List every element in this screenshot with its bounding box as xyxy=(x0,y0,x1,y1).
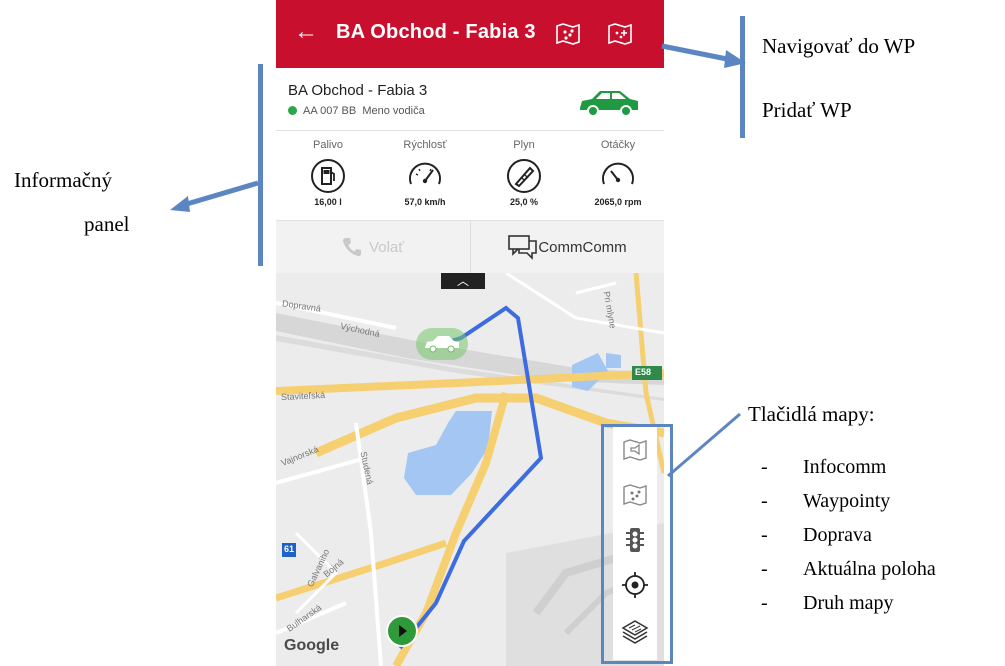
arrow-left-icon[interactable]: ← xyxy=(294,18,318,46)
rpm-icon xyxy=(602,162,634,185)
list-item: - Waypointy xyxy=(761,490,891,512)
start-marker[interactable] xyxy=(386,615,418,647)
list-item: - Druh mapy xyxy=(761,592,894,614)
speedometer-icon xyxy=(409,162,441,185)
car-icon xyxy=(425,336,459,353)
annotation-info-panel-2: panel xyxy=(84,212,130,236)
gauge-rpm: Otáčky 2065,0 rpm xyxy=(573,139,663,207)
info-panel-bracket xyxy=(258,64,263,266)
gauge-throttle: Plyn 25,0 % xyxy=(479,139,569,207)
vehicle-plate: AA 007 BB xyxy=(303,105,357,117)
chevron-up-icon: ︿ xyxy=(456,274,469,288)
annotation-navigate: Navigovať do WP xyxy=(762,34,916,58)
status-dot xyxy=(288,106,297,115)
gauge-label: Rýchlosť xyxy=(403,139,447,151)
waypoints-map-icon[interactable] xyxy=(554,20,582,48)
gauge-value: 2065,0 rpm xyxy=(594,197,642,207)
add-waypoint-map-icon[interactable] xyxy=(606,20,634,48)
annotation-line xyxy=(667,412,741,478)
car-icon xyxy=(580,91,638,117)
vehicle-sub: AA 007 BB Meno vodiča xyxy=(288,105,425,117)
commcomm-button[interactable]: CommComm xyxy=(470,221,664,273)
collapse-panel-button[interactable]: ︿ xyxy=(441,273,485,289)
annotation-map-buttons-title: Tlačidlá mapy: xyxy=(748,402,875,426)
list-item: - Aktuálna poloha xyxy=(761,558,936,580)
gauge-speed: Rýchlosť 57,0 km/h xyxy=(380,139,470,207)
map-buttons-box xyxy=(601,424,673,664)
commcomm-label: CommComm xyxy=(538,238,627,256)
gauge-fuel: Palivo 16,00 l xyxy=(283,139,373,207)
vehicle-name: BA Obchod - Fabia 3 xyxy=(288,82,428,99)
road-badge-e58: E58 xyxy=(635,367,652,377)
gauge-value: 25,0 % xyxy=(509,197,539,207)
chat-bubbles-icon xyxy=(508,235,538,260)
gauge-label: Otáčky xyxy=(600,139,636,151)
waypoint-buttons-bracket xyxy=(740,16,745,138)
arrow-right-icon xyxy=(661,43,746,68)
throttle-icon xyxy=(507,159,541,193)
app-bar-title: BA Obchod - Fabia 3 xyxy=(336,21,536,43)
annotation-add-wp: Pridať WP xyxy=(762,98,852,122)
gauge-value: 16,00 l xyxy=(314,197,342,207)
vehicle-info: BA Obchod - Fabia 3 AA 007 BB Meno vodič… xyxy=(276,68,664,131)
vehicle-driver: Meno vodiča xyxy=(362,105,425,117)
play-icon xyxy=(399,625,407,637)
call-label: Volať xyxy=(369,238,404,256)
google-logo: Google xyxy=(284,637,340,654)
vehicle-marker[interactable] xyxy=(416,328,468,360)
map-buttons-list: - Infocomm - Waypointy - Doprava - Aktuálna … xyxy=(761,456,936,626)
annotation-info-panel-1: Informačný xyxy=(14,168,112,192)
gauge-label: Palivo xyxy=(313,139,343,151)
action-bar: Volať CommComm xyxy=(276,221,664,273)
phone-icon xyxy=(343,238,362,257)
list-item: - Infocomm xyxy=(761,456,887,478)
fuel-icon xyxy=(311,159,345,193)
call-button[interactable]: Volať xyxy=(276,221,469,273)
gauge-label: Plyn xyxy=(513,139,535,151)
list-item: - Doprava xyxy=(761,524,872,546)
road-badge-61: 61 xyxy=(284,544,295,554)
gauges-panel: Palivo 16,00 l Rýchlosť 57,0 km/h Plyn 2… xyxy=(276,131,664,221)
gauge-value: 57,0 km/h xyxy=(404,197,446,207)
app-bar: ← BA Obchod - Fabia 3 xyxy=(276,0,664,68)
arrow-left-icon xyxy=(170,180,259,212)
